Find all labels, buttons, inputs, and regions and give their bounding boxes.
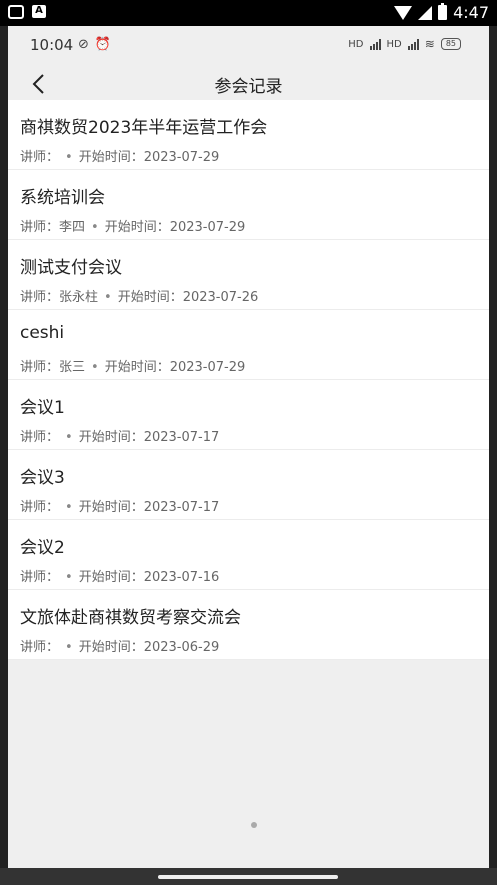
meeting-meta: 讲师： • 开始时间：2023-07-17 xyxy=(20,496,219,515)
device-time: 4:47 xyxy=(453,3,489,22)
meeting-meta: 讲师： • 开始时间：2023-07-17 xyxy=(20,426,219,445)
meeting-title: 系统培训会 xyxy=(20,188,105,208)
notification-app-icon xyxy=(8,5,24,19)
page-indicator-dot xyxy=(251,822,257,828)
lecturer-label: 讲师： xyxy=(20,360,60,375)
lecturer-label: 讲师： xyxy=(20,430,60,445)
lecturer-label: 讲师： xyxy=(20,640,60,655)
lecturer-label: 讲师： xyxy=(20,150,60,165)
start-date: 2023-07-16 xyxy=(143,570,220,585)
meeting-title: 会议3 xyxy=(20,468,65,488)
lecturer-name: 李四 xyxy=(59,220,86,235)
start-date: 2023-07-29 xyxy=(143,150,220,165)
meeting-meta: 讲师： • 开始时间：2023-06-29 xyxy=(20,636,219,655)
wifi-small-icon: ≋ xyxy=(424,37,435,51)
device-status-bar: A 4:47 xyxy=(0,0,497,26)
network-hd-label-2: HD xyxy=(386,38,402,50)
battery-icon xyxy=(438,3,448,20)
meeting-list: 商祺数贸2023年半年运营工作会 讲师： • 开始时间：2023-07-29 系统培… xyxy=(8,100,489,660)
meeting-meta: 讲师：李四 • 开始时间：2023-07-29 xyxy=(20,216,245,235)
meeting-item[interactable]: 会议1 讲师： • 开始时间：2023-07-17 xyxy=(8,380,489,450)
lecturer-name: 张永柱 xyxy=(59,290,99,305)
meeting-item[interactable]: ceshi 讲师：张三 • 开始时间：2023-07-29 xyxy=(8,310,489,380)
home-gesture-bar[interactable] xyxy=(158,875,338,879)
meeting-title: 商祺数贸2023年半年运营工作会 xyxy=(20,118,268,138)
app-status-bar: 10:04 ⊘ ⏰ HD HD ≋ 85 xyxy=(8,26,489,64)
meeting-meta: 讲师： • 开始时间：2023-07-16 xyxy=(20,566,219,585)
meeting-item[interactable]: 会议3 讲师： • 开始时间：2023-07-17 xyxy=(8,450,489,520)
meeting-meta: 讲师：张永柱 • 开始时间：2023-07-26 xyxy=(20,286,258,305)
lecturer-label: 讲师： xyxy=(20,220,60,235)
meeting-item[interactable]: 文旅体赴商祺数贸考察交流会 讲师： • 开始时间：2023-06-29 xyxy=(8,590,489,660)
start-label: 开始时间： xyxy=(78,570,144,585)
meeting-title: 测试支付会议 xyxy=(20,258,122,278)
meeting-item[interactable]: 系统培训会 讲师：李四 • 开始时间：2023-07-29 xyxy=(8,170,489,240)
meeting-title: 会议2 xyxy=(20,538,65,558)
start-date: 2023-06-29 xyxy=(143,640,220,655)
system-nav-bar xyxy=(0,868,497,885)
lecturer-name: 张三 xyxy=(59,360,86,375)
signal-1-icon xyxy=(369,38,381,50)
separator-dot: • xyxy=(65,640,73,655)
app-time: 10:04 xyxy=(30,36,74,54)
meeting-item[interactable]: 测试支付会议 讲师：张永柱 • 开始时间：2023-07-26 xyxy=(8,240,489,310)
notification-a-icon: A xyxy=(32,5,46,18)
separator-dot: • xyxy=(65,150,73,165)
start-label: 开始时间： xyxy=(78,430,144,445)
start-label: 开始时间： xyxy=(78,500,144,515)
start-label: 开始时间： xyxy=(104,360,170,375)
mute-icon: ⊘ xyxy=(78,37,89,52)
meeting-item[interactable]: 会议2 讲师： • 开始时间：2023-07-16 xyxy=(8,520,489,590)
meeting-meta: 讲师：张三 • 开始时间：2023-07-29 xyxy=(20,356,245,375)
start-label: 开始时间： xyxy=(78,150,144,165)
separator-dot: • xyxy=(91,360,99,375)
start-label: 开始时间： xyxy=(78,640,144,655)
start-date: 2023-07-29 xyxy=(169,360,246,375)
signal-2-icon xyxy=(407,38,419,50)
battery-level: 85 xyxy=(440,38,461,50)
network-hd-label: HD xyxy=(348,38,364,50)
start-date: 2023-07-29 xyxy=(169,220,246,235)
separator-dot: • xyxy=(91,220,99,235)
wifi-icon xyxy=(394,5,413,20)
alarm-icon: ⏰ xyxy=(94,37,112,52)
meeting-title: 会议1 xyxy=(20,398,65,418)
start-date: 2023-07-26 xyxy=(182,290,259,305)
meeting-meta: 讲师： • 开始时间：2023-07-29 xyxy=(20,146,219,165)
page-header: 参会记录 xyxy=(8,64,489,100)
lecturer-label: 讲师： xyxy=(20,570,60,585)
separator-dot: • xyxy=(65,500,73,515)
page-title: 参会记录 xyxy=(214,77,283,97)
separator-dot: • xyxy=(65,430,73,445)
separator-dot: • xyxy=(65,570,73,585)
lecturer-label: 讲师： xyxy=(20,290,60,305)
start-date: 2023-07-17 xyxy=(143,430,220,445)
lecturer-label: 讲师： xyxy=(20,500,60,515)
separator-dot: • xyxy=(104,290,112,305)
meeting-title: 文旅体赴商祺数贸考察交流会 xyxy=(20,608,241,628)
meeting-title: ceshi xyxy=(20,323,65,343)
start-date: 2023-07-17 xyxy=(143,500,220,515)
app-screen: 10:04 ⊘ ⏰ HD HD ≋ 85 参会记录 商祺数贸2023年半年运营工… xyxy=(8,26,489,868)
signal-icon xyxy=(418,5,433,20)
start-label: 开始时间： xyxy=(104,220,170,235)
start-label: 开始时间： xyxy=(117,290,183,305)
meeting-item[interactable]: 商祺数贸2023年半年运营工作会 讲师： • 开始时间：2023-07-29 xyxy=(8,100,489,170)
